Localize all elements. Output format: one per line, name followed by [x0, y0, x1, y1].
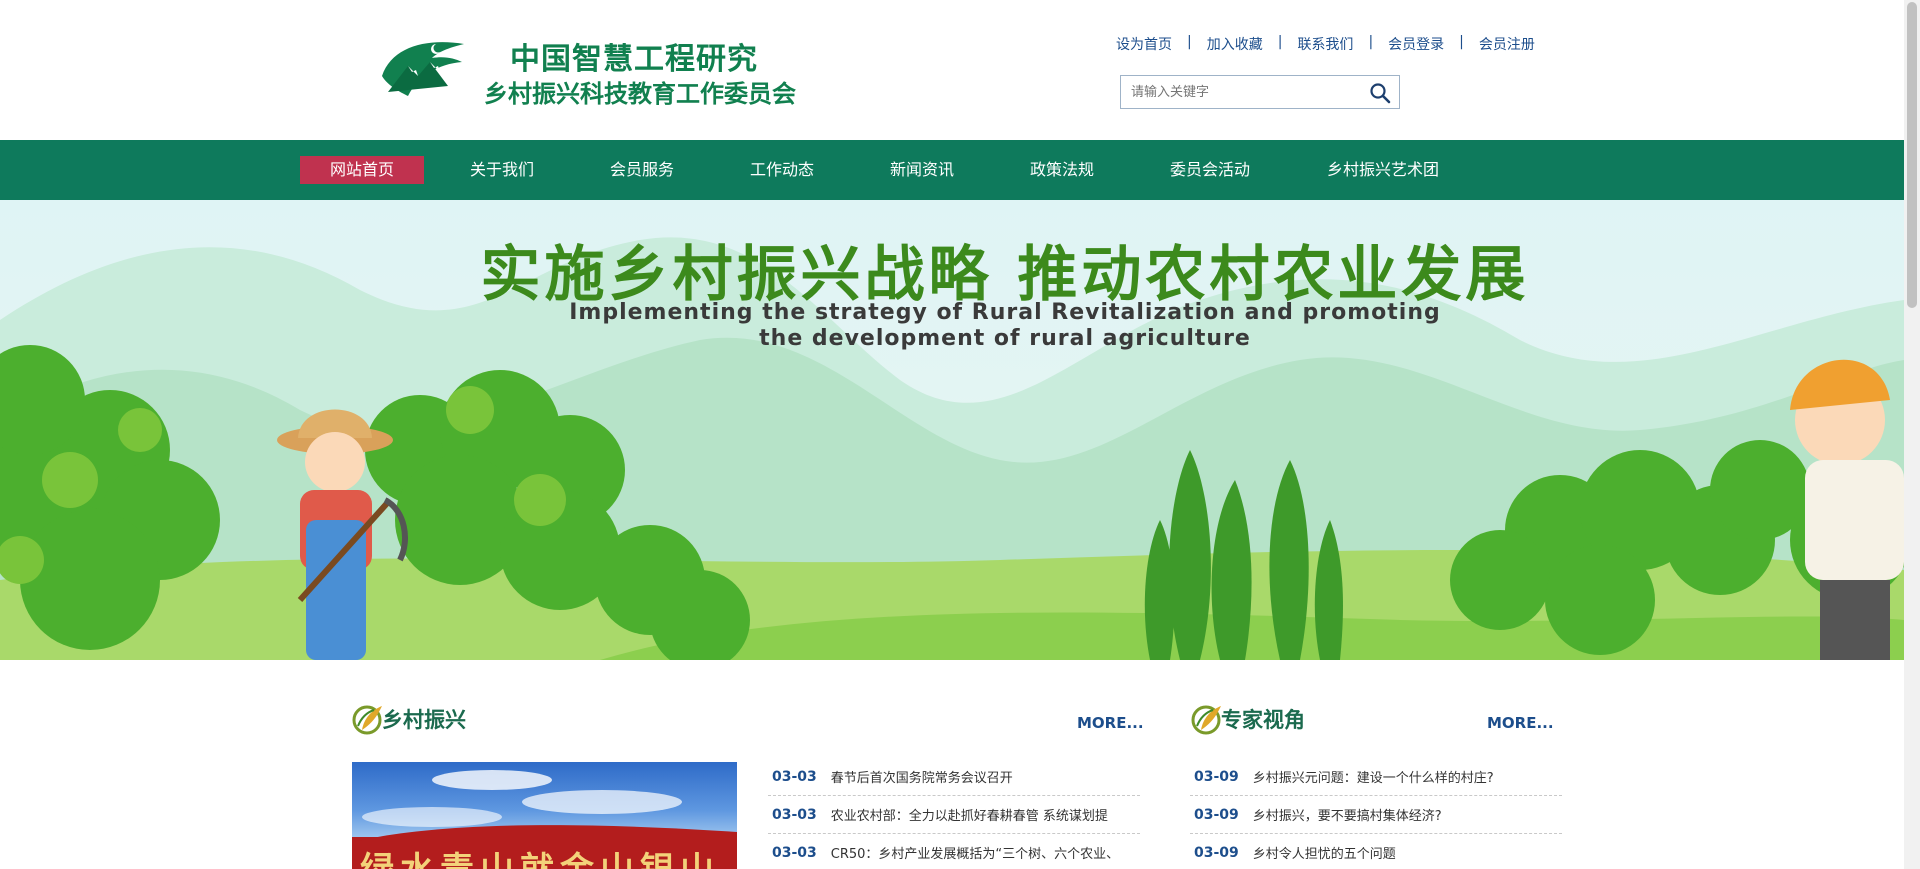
news-item[interactable]: 03-03 春节后首次国务院常务会议召开	[768, 758, 1140, 796]
main-nav: 网站首页 关于我们 会员服务 工作动态 新闻资讯 政策法规 委员会活动 乡村振兴…	[0, 140, 1904, 200]
news-date: 03-03	[772, 768, 817, 785]
nav-item-work-news[interactable]: 工作动态	[750, 156, 814, 184]
news-item[interactable]: 03-09 乡村令人担忧的五个问题	[1190, 834, 1562, 869]
member-register-link[interactable]: 会员注册	[1479, 34, 1535, 54]
nav-item-art-troupe[interactable]: 乡村振兴艺术团	[1327, 156, 1439, 184]
search-input[interactable]	[1121, 76, 1351, 108]
wheat-leaf-icon	[352, 705, 382, 735]
add-favorite-link[interactable]: 加入收藏	[1207, 34, 1263, 54]
news-title[interactable]: 春节后首次国务院常务会议召开	[831, 767, 1013, 786]
site-header: 中国智慧工程研究 乡村振兴科技教育工作委员会 设为首页 | 加入收藏 | 联系我…	[0, 0, 1904, 140]
news-date: 03-09	[1194, 768, 1239, 785]
search-box	[1120, 75, 1400, 109]
logo-title: 中国智慧工程研究	[510, 42, 758, 77]
news-title[interactable]: 乡村振兴，要不要搞村集体经济?	[1253, 805, 1442, 824]
rural-news-list: 03-03 春节后首次国务院常务会议召开 03-03 农业农村部：全力以赴抓好春…	[768, 758, 1140, 869]
rural-news-image[interactable]: 绿水青山就金山银山	[352, 762, 737, 869]
search-icon[interactable]	[1369, 82, 1391, 104]
news-date: 03-03	[772, 806, 817, 823]
news-title[interactable]: 农业农村部：全力以赴抓好春耕春管 系统谋划提	[831, 805, 1108, 824]
link-separator: |	[1368, 34, 1374, 50]
scrollbar-thumb[interactable]	[1907, 2, 1917, 308]
member-login-link[interactable]: 会员登录	[1388, 34, 1444, 54]
news-item[interactable]: 03-03 CR50：乡村产业发展概括为“三个树、六个农业、	[768, 834, 1140, 869]
section-title-expert: 专家视角	[1221, 708, 1305, 732]
nav-item-committee-activity[interactable]: 委员会活动	[1170, 156, 1250, 184]
nav-item-home[interactable]: 网站首页	[300, 156, 424, 184]
link-separator: |	[1459, 34, 1464, 50]
news-title[interactable]: CR50：乡村产业发展概括为“三个树、六个农业、	[831, 843, 1119, 862]
nav-item-news[interactable]: 新闻资讯	[890, 156, 954, 184]
logo-subtitle: 乡村振兴科技教育工作委员会	[484, 80, 796, 108]
nav-item-about[interactable]: 关于我们	[470, 156, 534, 184]
set-homepage-link[interactable]: 设为首页	[1116, 34, 1172, 54]
news-title[interactable]: 乡村令人担忧的五个问题	[1253, 843, 1396, 862]
banner-subtitle: Implementing the strategy of Rural Revit…	[569, 300, 1441, 351]
mountain-logo-icon	[382, 42, 464, 96]
site-logo[interactable]: 中国智慧工程研究 乡村振兴科技教育工作委员会	[378, 32, 818, 108]
vertical-scrollbar[interactable]	[1904, 0, 1920, 869]
news-item[interactable]: 03-03 农业农村部：全力以赴抓好春耕春管 系统谋划提	[768, 796, 1140, 834]
rural-more-link[interactable]: MORE...	[1077, 714, 1144, 732]
wheat-leaf-icon	[1191, 705, 1221, 735]
news-item[interactable]: 03-09 乡村振兴元问题：建设一个什么样的村庄?	[1190, 758, 1562, 796]
section-title-rural: 乡村振兴	[382, 708, 466, 732]
image-caption: 绿水青山就金山银山	[360, 842, 720, 869]
nav-item-member-service[interactable]: 会员服务	[610, 156, 674, 184]
nav-item-policy[interactable]: 政策法规	[1030, 156, 1094, 184]
rural-section-header: 乡村振兴	[352, 700, 752, 740]
news-date: 03-09	[1194, 806, 1239, 823]
link-separator: |	[1187, 34, 1192, 50]
page: 中国智慧工程研究 乡村振兴科技教育工作委员会 设为首页 | 加入收藏 | 联系我…	[0, 0, 1920, 869]
hero-banner: 实施乡村振兴战略 推动农村农业发展 Implementing the strat…	[0, 200, 1904, 660]
expert-more-link[interactable]: MORE...	[1487, 714, 1554, 732]
top-links: 设为首页 | 加入收藏 | 联系我们 | 会员登录 | 会员注册	[1116, 34, 1535, 54]
news-date: 03-03	[772, 844, 817, 861]
expert-news-list: 03-09 乡村振兴元问题：建设一个什么样的村庄? 03-09 乡村振兴，要不要…	[1190, 758, 1562, 869]
news-date: 03-09	[1194, 844, 1239, 861]
news-item[interactable]: 03-09 乡村振兴，要不要搞村集体经济?	[1190, 796, 1562, 834]
contact-us-link[interactable]: 联系我们	[1297, 34, 1353, 54]
news-title[interactable]: 乡村振兴元问题：建设一个什么样的村庄?	[1253, 767, 1494, 786]
link-separator: |	[1277, 34, 1283, 50]
